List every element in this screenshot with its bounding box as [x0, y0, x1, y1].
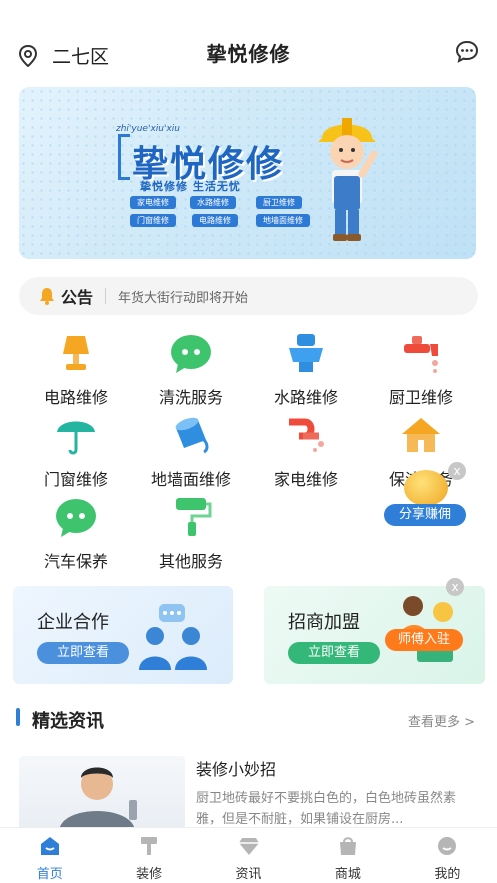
- view-more-link[interactable]: 查看更多 >: [408, 711, 475, 730]
- house-icon: [402, 418, 440, 452]
- coin-icon: [404, 470, 448, 506]
- umbrella-icon: [57, 421, 95, 455]
- app-title: 挚悦修修: [206, 42, 291, 66]
- chat-bubble-icon[interactable]: [455, 40, 479, 64]
- shopping-bag-icon: [339, 837, 356, 855]
- banner-tag: 电路维修: [192, 214, 238, 227]
- notice-bar[interactable]: 公告 年货大街行动即将开始: [19, 277, 478, 315]
- notice-text: 年货大街行动即将开始: [118, 290, 249, 306]
- banner-tag: 地墙面维修: [256, 214, 310, 227]
- news-section-title: 精选资讯: [32, 711, 104, 732]
- bottom-tab-bar: 首页 装修 资讯 商城 我的: [0, 827, 497, 883]
- faucet-icon: [404, 336, 438, 373]
- worker-photo: [59, 767, 137, 832]
- hammer-icon: [141, 837, 158, 855]
- tab-label: 商城: [334, 867, 361, 882]
- banner-tag: 家电维修: [130, 196, 176, 209]
- banner-subtitle: 挚悦修修 生活无忧: [140, 180, 241, 193]
- diamond-icon: [238, 838, 259, 855]
- service-water-repair[interactable]: 水路维修: [246, 330, 366, 408]
- service-cleaning[interactable]: 清洗服务: [131, 330, 251, 408]
- section-accent-bar: [16, 708, 20, 726]
- service-circuit-repair[interactable]: 电路维修: [16, 330, 136, 408]
- notice-divider: [105, 288, 107, 304]
- merchant-card-title: 招商加盟: [288, 612, 360, 633]
- service-kitchen-bath[interactable]: 厨卫维修: [361, 330, 481, 408]
- chat-wechat-icon: [171, 335, 211, 373]
- tab-home[interactable]: 首页: [0, 828, 99, 883]
- paint-roller-icon: [176, 498, 212, 536]
- tab-mall[interactable]: 商城: [298, 828, 397, 883]
- tab-label: 首页: [36, 867, 63, 882]
- master-join-button[interactable]: 师傅入驻: [385, 629, 463, 651]
- news-item-title[interactable]: 装修小妙招: [196, 756, 276, 780]
- service-appliance[interactable]: 家电维修: [246, 412, 366, 490]
- lamp-icon: [63, 336, 89, 370]
- notice-label: 公告: [61, 288, 94, 307]
- paint-bucket-icon: [175, 417, 209, 454]
- service-label: 清洗服务: [158, 388, 223, 407]
- service-label: 厨卫维修: [388, 388, 453, 407]
- banner-tag: 厨卫维修: [256, 196, 302, 209]
- user-icon: [438, 837, 457, 855]
- tab-label: 资讯: [235, 867, 262, 882]
- chat-wechat-icon: [56, 499, 96, 537]
- header: 二七区 挚悦修修: [0, 0, 497, 90]
- merchant-view-button[interactable]: 立即查看: [288, 642, 380, 664]
- banner-pinyin: zhi'yue'xiu'xiu: [116, 124, 180, 134]
- banner-bracket: [118, 134, 130, 180]
- tab-renovation[interactable]: 装修: [99, 828, 198, 883]
- service-door-window[interactable]: 门窗维修: [16, 412, 136, 490]
- share-close-button[interactable]: x: [448, 462, 466, 480]
- toilet-icon: [289, 334, 323, 372]
- business-people-icon: [139, 604, 207, 670]
- worker-illustration: [318, 118, 378, 241]
- service-label: 其他服务: [158, 552, 223, 571]
- service-label: 汽车保养: [43, 552, 108, 571]
- service-label: 地墙面维修: [150, 470, 231, 489]
- tab-news[interactable]: 资讯: [199, 828, 298, 883]
- master-close-button[interactable]: x: [446, 578, 464, 596]
- tab-label: 装修: [136, 867, 163, 882]
- service-car-care[interactable]: 汽车保养: [16, 494, 136, 572]
- pipe-icon: [289, 418, 324, 452]
- tab-label: 我的: [434, 867, 461, 882]
- banner-tag: 水路维修: [190, 196, 236, 209]
- enterprise-view-button[interactable]: 立即查看: [37, 642, 129, 664]
- news-thumbnail[interactable]: [19, 756, 185, 832]
- service-other[interactable]: 其他服务: [131, 494, 251, 572]
- merchant-illustration: [399, 596, 453, 662]
- service-floor-wall[interactable]: 地墙面维修: [131, 412, 251, 490]
- share-earn-button[interactable]: 分享赚佣: [384, 504, 466, 526]
- bell-icon: [40, 288, 54, 305]
- enterprise-card-title: 企业合作: [37, 612, 109, 633]
- banner-tag: 门窗维修: [130, 214, 176, 227]
- news-item-desc: 厨卫地砖最好不要挑白色的，白色地砖虽然素雅，但是不耐脏，如果铺设在厨房...: [196, 791, 457, 827]
- service-label: 水路维修: [273, 388, 338, 407]
- enterprise-card[interactable]: 企业合作 立即查看: [13, 586, 233, 684]
- home-icon: [40, 837, 59, 855]
- service-label: 电路维修: [43, 388, 108, 407]
- service-label: 门窗维修: [43, 470, 108, 489]
- tab-profile[interactable]: 我的: [398, 828, 497, 883]
- service-label: 家电维修: [273, 470, 338, 489]
